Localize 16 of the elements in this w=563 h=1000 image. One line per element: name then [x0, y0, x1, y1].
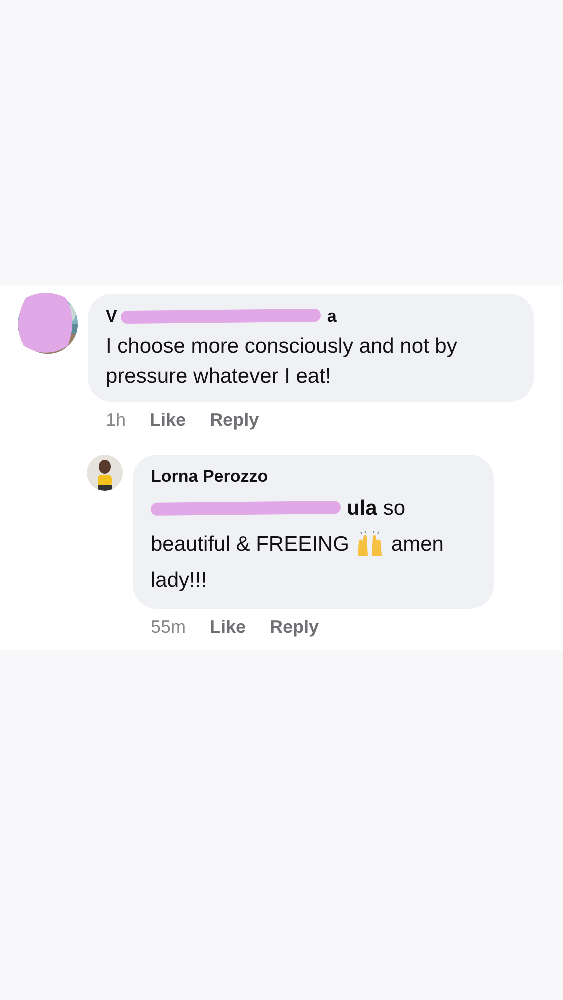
reply-link[interactable]: Reply [210, 410, 260, 431]
like-link[interactable]: Like [210, 616, 246, 638]
comment-text: I choose more consciously and not by pressure whatever I eat! [106, 334, 458, 390]
reply-link[interactable]: Reply [270, 616, 320, 638]
author-name[interactable]: Lorna Perozzo [151, 466, 268, 486]
mention-link[interactable]: ula [347, 490, 378, 527]
reply-text: beautiful & FREEING [151, 532, 350, 558]
author-name[interactable]: V [106, 306, 118, 327]
reply-text: so [383, 496, 406, 522]
like-link[interactable]: Like [150, 410, 186, 431]
reply-text: amen [391, 532, 444, 558]
author-name-end: a [327, 306, 337, 327]
comment-time: 55m [151, 616, 186, 638]
reply-text: lady!!! [151, 568, 208, 594]
avatar [87, 454, 123, 491]
comment-time: 1h [106, 410, 126, 431]
